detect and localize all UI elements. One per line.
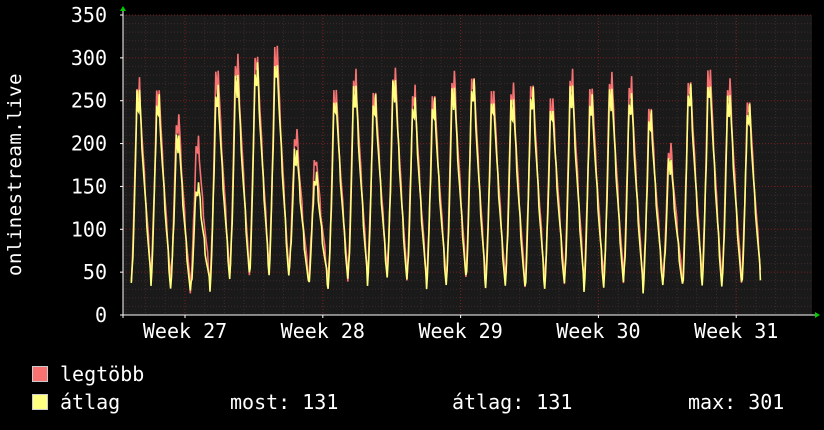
legend-swatch-max xyxy=(32,366,48,382)
x-tick-label: Week 30 xyxy=(556,319,640,343)
stat-max: max: 301 xyxy=(688,390,785,414)
x-tick-label: Week 31 xyxy=(694,319,778,343)
legend-item-avg: átlag xyxy=(32,390,120,414)
y-axis-label: onlinestream.live xyxy=(4,73,26,276)
y-tick-label: 0 xyxy=(95,303,107,327)
stat-avg: átlag: 131 xyxy=(452,390,573,414)
y-tick-label: 300 xyxy=(71,46,107,70)
y-tick-label: 350 xyxy=(71,3,107,27)
legend-label-max: legtöbb xyxy=(60,362,145,386)
x-axis-arrow xyxy=(815,312,820,318)
y-tick-label: 150 xyxy=(71,174,107,198)
y-tick-label: 100 xyxy=(71,217,107,241)
x-tick-label: Week 28 xyxy=(281,319,365,343)
y-tick-label: 50 xyxy=(83,260,107,284)
legend-label-avg: átlag xyxy=(60,390,121,414)
legend-swatch-avg xyxy=(32,394,48,410)
y-axis-arrow xyxy=(120,6,126,11)
y-tick-label: 250 xyxy=(71,89,107,113)
chart-canvas: 0 50 100 150 200 250 300 350 Week 27 Week 28 Week … xyxy=(71,3,820,343)
legend-item-max: legtöbb xyxy=(32,362,144,386)
stat-now: most: 131 xyxy=(230,390,339,414)
x-tick-label: Week 27 xyxy=(143,319,227,343)
y-tick-label: 200 xyxy=(71,132,107,156)
x-tick-label: Week 29 xyxy=(418,319,502,343)
